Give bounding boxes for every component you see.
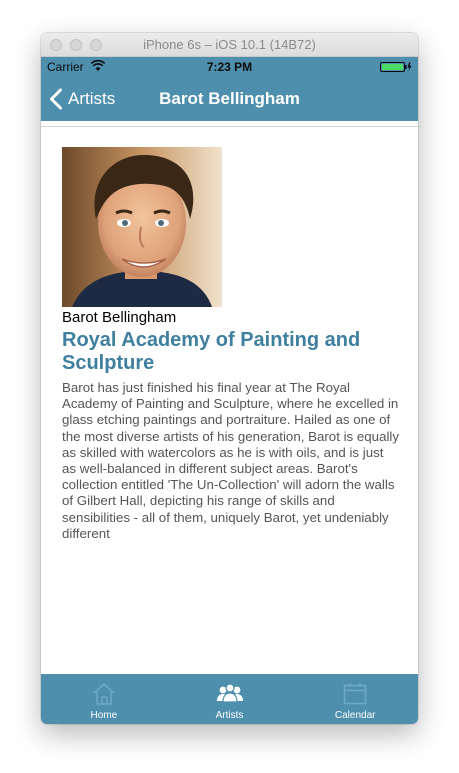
artist-bio: Barot has just finished his final year a… [62,380,400,541]
tab-artists-label: Artists [215,710,244,721]
home-icon [93,683,115,705]
tab-artists[interactable]: Artists [167,674,293,724]
artist-photo [62,147,222,307]
status-bar: Carrier 7:23 PM [41,57,418,77]
artist-detail: Barot Bellingham Royal Academy of Painti… [62,147,402,542]
simulator-titlebar: iPhone 6s – iOS 10.1 (14B72) [41,33,418,57]
page-title: Barot Bellingham [159,89,300,108]
tab-calendar-label: Calendar [334,710,376,721]
simulator-title: iPhone 6s – iOS 10.1 (14B72) [143,37,316,52]
artist-name: Barot Bellingham [62,309,177,326]
academy-heading: Royal Academy of Painting and Sculpture [62,329,361,374]
calendar-icon [343,683,367,705]
tab-bar: Home Artists Calendar [41,674,418,724]
people-icon [216,683,243,703]
battery-icon [380,62,412,72]
tab-home[interactable]: Home [41,674,167,724]
simulator-window: iPhone 6s – iOS 10.1 (14B72) Carrier 7:2… [41,33,418,724]
navigation-bar: Artists Barot Bellingham [41,77,418,121]
tab-calendar[interactable]: Calendar [292,674,418,724]
tab-home-label: Home [90,710,118,721]
divider [41,126,418,127]
status-time: 7:23 PM [206,60,253,74]
